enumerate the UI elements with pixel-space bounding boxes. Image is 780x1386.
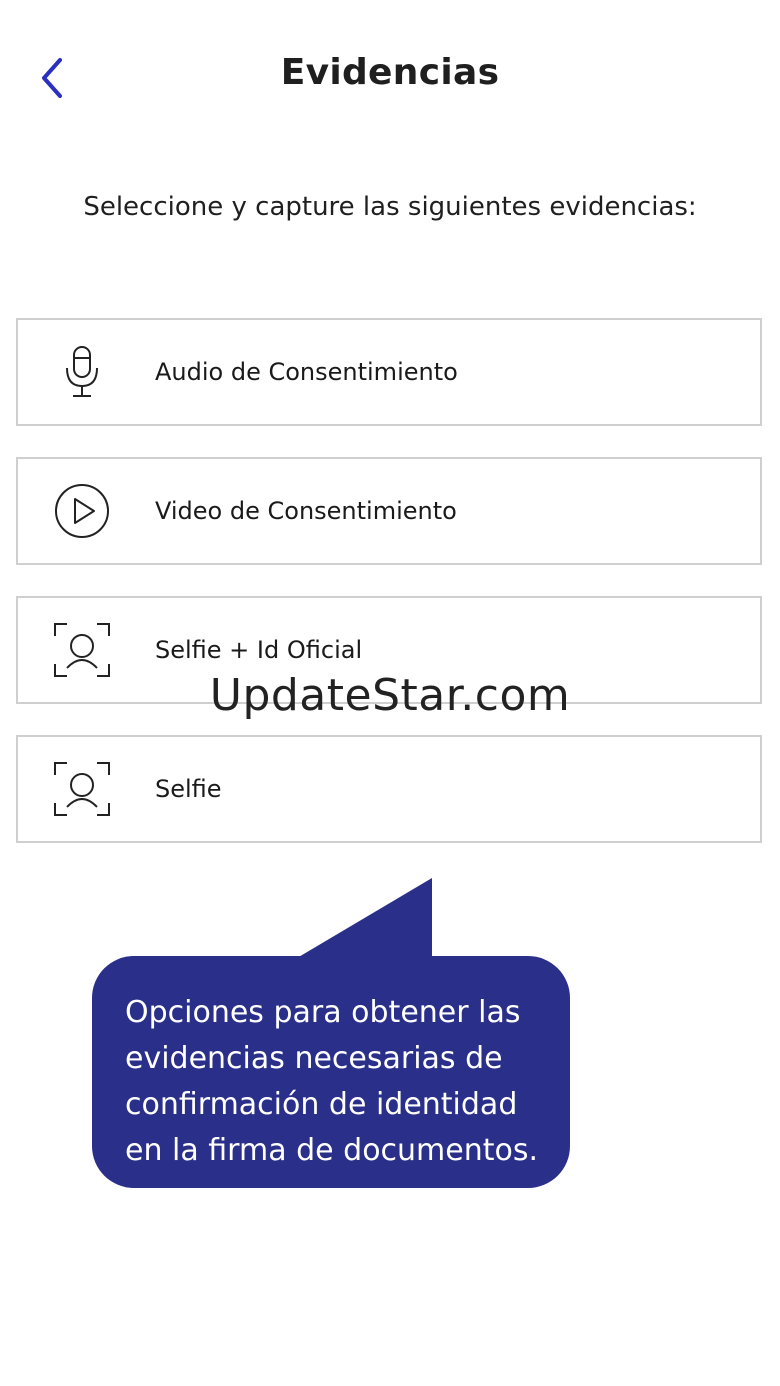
instructions-text: Seleccione y capture las siguientes evid… <box>83 192 697 222</box>
option-label: Selfie + Id Oficial <box>155 636 363 664</box>
option-label: Audio de Consentimiento <box>155 358 458 386</box>
tooltip-tail <box>297 878 432 958</box>
option-audio-consent[interactable]: Audio de Consentimiento <box>16 318 762 426</box>
watermark: UpdateStar.com <box>209 670 571 721</box>
option-label: Selfie <box>155 775 222 803</box>
header: Evidencias <box>0 0 780 150</box>
option-selfie[interactable]: Selfie <box>16 735 762 843</box>
microphone-icon <box>52 342 112 402</box>
tooltip-callout: Opciones para obtener las evidencias nec… <box>92 878 572 1190</box>
page-title: Evidencias <box>280 52 500 93</box>
evidence-options-list: Audio de Consentimiento Video de Consent… <box>16 318 762 874</box>
option-label: Video de Consentimiento <box>155 497 457 525</box>
face-scan-icon <box>52 759 112 819</box>
option-video-consent[interactable]: Video de Consentimiento <box>16 457 762 565</box>
evidence-screen: Evidencias Seleccione y capture las sigu… <box>0 0 780 1386</box>
tooltip-text: Opciones para obtener las evidencias nec… <box>92 956 570 1188</box>
play-circle-icon <box>52 481 112 541</box>
